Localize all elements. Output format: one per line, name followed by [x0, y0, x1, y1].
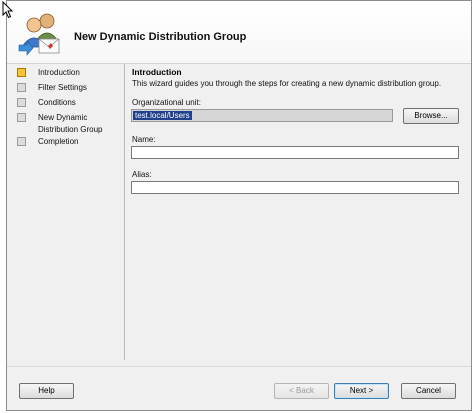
- name-label: Name:: [132, 135, 156, 144]
- mouse-cursor-icon: [2, 1, 14, 19]
- step-new-dynamic-distribution-group[interactable]: New Dynamic Distribution Group: [12, 112, 108, 134]
- step-indicator: [17, 137, 26, 146]
- step-label: New Dynamic Distribution Group: [38, 113, 103, 134]
- step-current-indicator: [17, 68, 26, 77]
- cancel-button[interactable]: Cancel: [401, 383, 456, 399]
- wizard-title: New Dynamic Distribution Group: [74, 31, 247, 43]
- help-button[interactable]: Help: [19, 383, 74, 399]
- step-completion[interactable]: Completion: [12, 136, 122, 151]
- distribution-group-icon: [18, 13, 60, 56]
- wizard-window: New Dynamic Distribution Group Introduct…: [6, 0, 472, 411]
- vertical-divider: [124, 64, 125, 360]
- alias-label: Alias:: [132, 170, 152, 179]
- step-indicator: [17, 83, 26, 92]
- step-indicator: [17, 98, 26, 107]
- step-label: Filter Settings: [38, 83, 87, 92]
- ou-value: test.local/Users: [133, 111, 192, 120]
- next-button[interactable]: Next >: [334, 383, 389, 399]
- name-input[interactable]: [131, 146, 459, 159]
- footer-divider: [7, 366, 471, 367]
- alias-input[interactable]: [131, 181, 459, 194]
- ou-label: Organizational unit:: [132, 98, 201, 107]
- step-filter-settings[interactable]: Filter Settings: [12, 82, 122, 97]
- step-indicator: [17, 113, 26, 122]
- section-heading: Introduction: [132, 67, 182, 77]
- wizard-header: New Dynamic Distribution Group: [7, 1, 471, 64]
- step-label: Conditions: [38, 98, 76, 107]
- step-label: Introduction: [38, 68, 80, 77]
- section-description: This wizard guides you through the steps…: [132, 79, 442, 88]
- ou-field[interactable]: test.local/Users: [131, 109, 393, 122]
- wizard-steps: Introduction Filter Settings Conditions …: [12, 67, 122, 151]
- browse-button[interactable]: Browse...: [403, 108, 459, 124]
- step-label: Completion: [38, 137, 79, 146]
- back-button[interactable]: < Back: [274, 383, 329, 399]
- step-introduction[interactable]: Introduction: [12, 67, 122, 82]
- step-conditions[interactable]: Conditions: [12, 97, 122, 112]
